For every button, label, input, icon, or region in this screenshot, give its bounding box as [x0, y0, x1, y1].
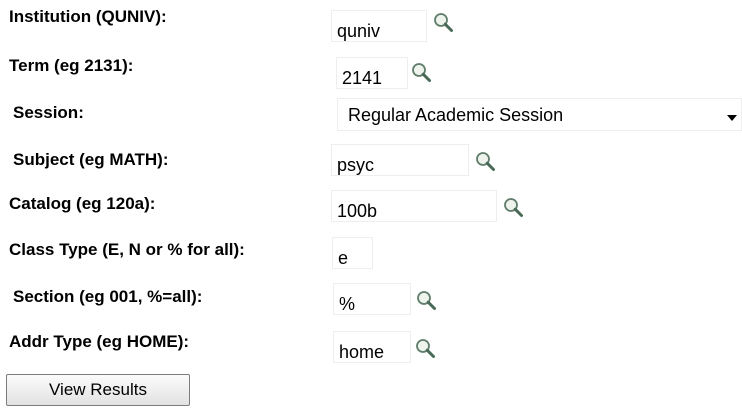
subject-lookup-icon[interactable]	[474, 150, 496, 172]
section-input[interactable]: %	[333, 283, 411, 315]
session-select[interactable]: Regular Academic Session	[337, 98, 742, 131]
term-label: Term (eg 2131):	[9, 56, 134, 75]
institution-input[interactable]: quniv	[331, 10, 427, 42]
term-input[interactable]: 2141	[336, 57, 408, 89]
session-label: Session:	[13, 103, 84, 122]
view-results-button[interactable]: View Results	[6, 374, 190, 406]
class-type-input[interactable]: e	[332, 237, 373, 269]
catalog-label: Catalog (eg 120a):	[9, 194, 156, 213]
catalog-input[interactable]: 100b	[331, 190, 497, 222]
session-selected-value: Regular Academic Session	[348, 105, 564, 125]
caret-down-icon	[727, 115, 737, 121]
section-lookup-icon[interactable]	[415, 289, 437, 311]
addr-type-label: Addr Type (eg HOME):	[9, 332, 190, 351]
institution-lookup-icon[interactable]	[432, 11, 454, 33]
subject-label: Subject (eg MATH):	[13, 150, 169, 169]
institution-label: Institution (QUNIV):	[9, 7, 167, 26]
class-type-label: Class Type (E, N or % for all):	[9, 240, 245, 259]
subject-input[interactable]: psyc	[331, 144, 469, 176]
addr-type-lookup-icon[interactable]	[414, 337, 436, 359]
section-label: Section (eg 001, %=all):	[13, 287, 203, 306]
catalog-lookup-icon[interactable]	[502, 196, 524, 218]
term-lookup-icon[interactable]	[410, 61, 432, 83]
addr-type-input[interactable]: home	[333, 331, 411, 363]
